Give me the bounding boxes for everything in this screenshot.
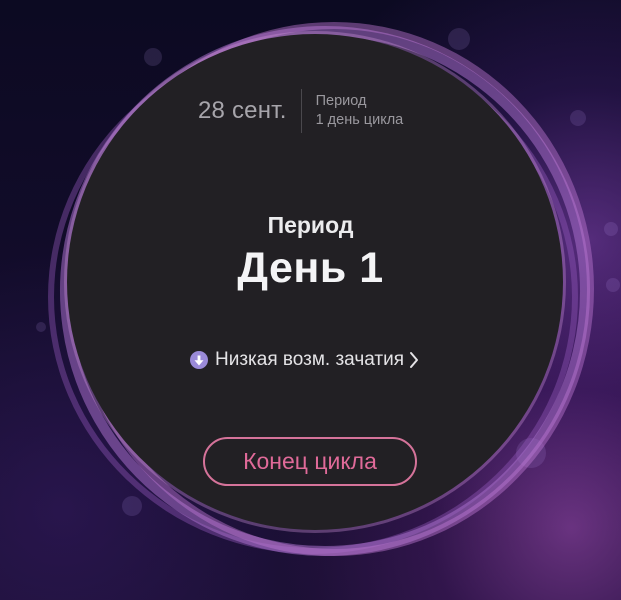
chevron-right-icon	[409, 351, 419, 369]
divider	[300, 89, 302, 133]
background-bokeh	[448, 28, 470, 50]
date-header: 28 сент. Период 1 день цикла	[198, 89, 404, 133]
phase-small-label: Период	[315, 93, 367, 109]
current-date: 28 сент.	[198, 97, 287, 124]
background-bokeh	[570, 110, 586, 126]
cycle-day-label: 1 день цикла	[315, 112, 404, 128]
arrow-down-icon	[190, 351, 208, 369]
app-screen: 28 сент. Период 1 день цикла Период День…	[0, 0, 621, 600]
end-cycle-button[interactable]: Конец цикла	[203, 437, 417, 486]
fertility-chance-text: Низкая возм. зачатия	[215, 349, 404, 370]
background-bokeh	[122, 496, 142, 516]
day-counter: День 1	[237, 244, 384, 292]
cycle-info: Период 1 день цикла	[316, 92, 404, 130]
phase-title: Период	[267, 212, 354, 238]
background-bokeh	[144, 48, 162, 66]
background-bokeh	[36, 322, 46, 332]
fertility-chance-link[interactable]: Низкая возм. зачатия	[190, 346, 419, 374]
